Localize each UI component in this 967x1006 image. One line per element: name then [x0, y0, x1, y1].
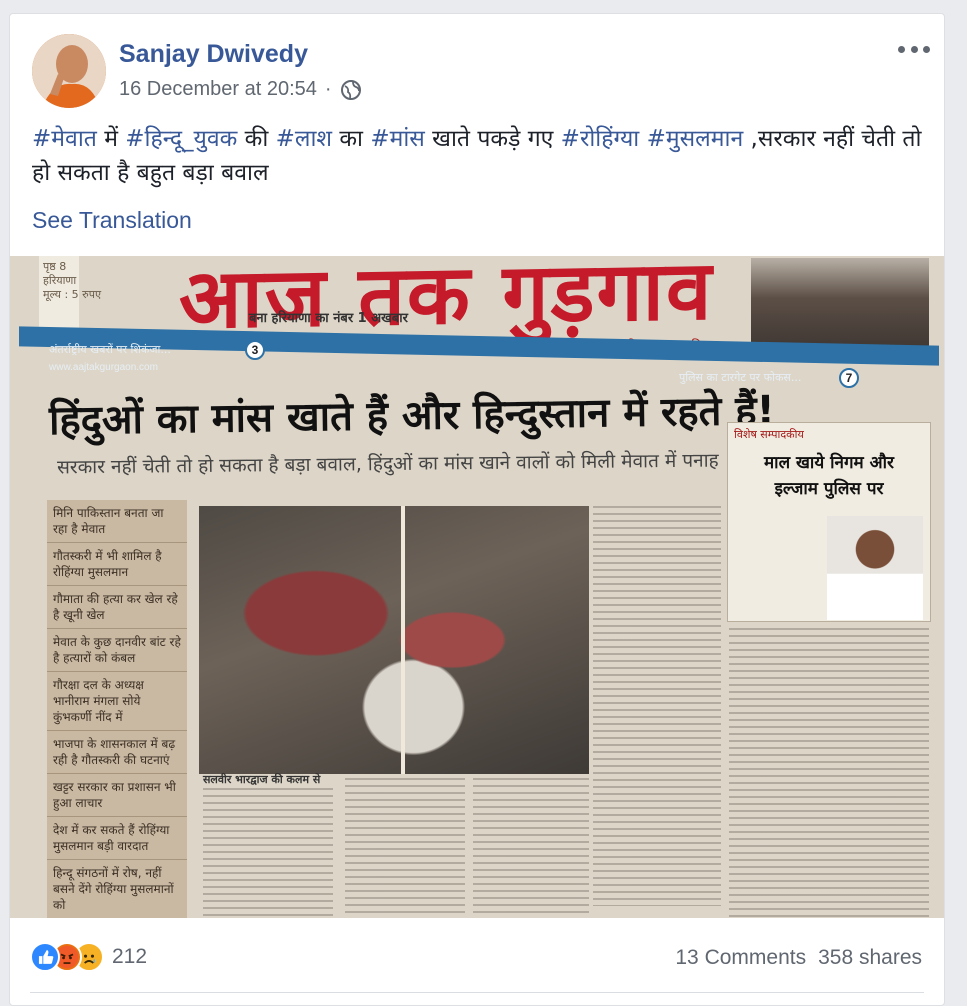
hashtag-link[interactable]: #हिन्दू_युवक — [125, 126, 237, 152]
engagement-counts: 13 Comments 358 shares — [675, 946, 922, 970]
newspaper-text-column — [593, 506, 721, 906]
photo-caption: सलवीर भारद्वाज की कलम से — [203, 773, 321, 786]
sidebar-item: भाजपा के शासनकाल में बढ़ रही है गौतस्करी… — [47, 731, 187, 774]
newspaper-main-photo — [199, 506, 589, 774]
globe-icon[interactable] — [340, 79, 362, 101]
sidebar-item: मिनि पाकिस्तान बनता जा रहा है मेवात — [47, 500, 187, 543]
blue-band-left-text: अंतर्राष्ट्रीय खबरों पर शिकंजा... — [49, 343, 171, 356]
post-text-segment: खाते पकड़े गए — [424, 126, 561, 152]
avatar-portrait — [32, 34, 106, 108]
hashtag-link[interactable]: #मुसलमान — [647, 126, 744, 152]
paper-left-label-line: मूल्य : 5 रुपए — [43, 288, 102, 301]
editorial-person-photo — [827, 516, 923, 620]
post-card: Sanjay Dwivedy 16 December at 20:54 · #म… — [9, 13, 945, 1006]
author-name[interactable]: Sanjay Dwivedy — [119, 40, 308, 69]
sidebar-item: हिन्दू संगठनों में रोष, नहीं बसने देंगे … — [47, 860, 187, 918]
paper-left-label: पृष्ठ 8 हरियाणा मूल्य : 5 रुपए — [43, 260, 101, 302]
see-translation-link[interactable]: See Translation — [32, 207, 192, 234]
sidebar-item: खट्टर सरकार का प्रशासन भी हुआ लाचार — [47, 774, 187, 817]
shares-count[interactable]: 358 shares — [818, 946, 922, 970]
editorial-title: माल खाये निगम और इल्जाम पुलिस पर — [728, 446, 930, 506]
paper-left-label-line: पृष्ठ 8 — [43, 260, 67, 273]
page-number-badge: 7 — [839, 368, 859, 388]
post-footer: 212 13 Comments 358 shares — [10, 918, 944, 998]
meta-separator: · — [324, 78, 332, 100]
hashtag-link[interactable]: #मेवात — [32, 126, 97, 152]
photo-divider — [401, 506, 405, 774]
sidebar-item: देश में कर सकते हैं रोहिंग्या मुसलमान बड… — [47, 817, 187, 860]
editorial-head: विशेष सम्पादकीय — [734, 428, 804, 441]
post-header: Sanjay Dwivedy 16 December at 20:54 · — [10, 14, 944, 110]
newspaper-text-column — [345, 778, 465, 918]
newspaper-tagline: बना हरियाणा का नंबर 1 अखबार — [249, 311, 408, 326]
sidebar-item: गौमाता की हत्या कर खेल रहे है खूनी खेल — [47, 586, 187, 629]
hashtag-link[interactable]: #मांस — [370, 126, 425, 152]
paper-left-label-line: हरियाणा — [43, 274, 77, 287]
sidebar-item: गौरक्षा दल के अध्यक्ष भानीराम मंगला सोये… — [47, 672, 187, 731]
like-icon — [30, 942, 60, 972]
hashtag-link[interactable]: #लाश — [276, 126, 332, 152]
hashtag-link[interactable]: #रोहिंग्या — [561, 126, 640, 152]
post-text-segment — [639, 126, 646, 152]
post-text-segment: का — [332, 126, 371, 152]
newspaper-text-column — [473, 778, 589, 918]
newspaper-sidebar: मिनि पाकिस्तान बनता जा रहा है मेवात गौतस… — [47, 500, 187, 918]
newspaper-text-column — [729, 628, 929, 918]
editorial-title-line: इल्जाम पुलिस पर — [774, 479, 884, 499]
post-meta: 16 December at 20:54 · — [119, 78, 362, 101]
post-text: #मेवात में #हिन्दू_युवक की #लाश का #मांस… — [32, 122, 922, 190]
sidebar-item: गौतस्करी में भी शामिल है रोहिंग्या मुसलम… — [47, 543, 187, 586]
post-text-segment: की — [237, 126, 276, 152]
reaction-count[interactable]: 212 — [112, 945, 147, 969]
footer-divider — [30, 992, 924, 993]
editorial-title-line: माल खाये निगम और — [764, 453, 894, 473]
author-avatar[interactable] — [32, 34, 106, 108]
reactions-summary[interactable]: 212 — [30, 942, 147, 972]
post-timestamp[interactable]: 16 December at 20:54 — [119, 78, 317, 101]
newspaper-subheadline: सरकार नहीं चेती तो हो सकता है बड़ा बवाल,… — [56, 449, 719, 479]
page-number-badge: 3 — [245, 340, 265, 360]
newspaper-text-column — [203, 788, 333, 918]
post-text-segment: में — [96, 126, 126, 152]
newspaper-website: www.aajtakgurgaon.com — [49, 362, 158, 373]
sidebar-item: मेवात के कुछ दानवीर बांट रहे है हत्यारों… — [47, 629, 187, 672]
post-photo[interactable]: पृष्ठ 8 हरियाणा मूल्य : 5 रुपए आज तक गुड… — [10, 256, 944, 918]
newspaper-headline: हिंदुओं का मांस खाते हैं और हिन्दुस्तान … — [48, 387, 776, 445]
more-options-icon[interactable] — [898, 42, 930, 56]
comments-count[interactable]: 13 Comments — [675, 946, 806, 970]
